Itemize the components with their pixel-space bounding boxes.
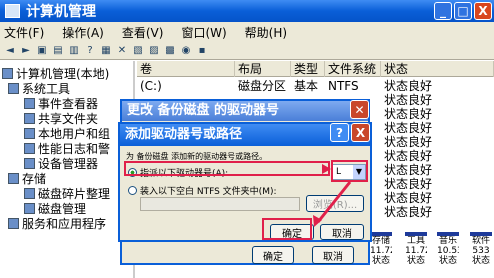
annotation-arrow-head xyxy=(322,164,331,174)
annotation-arrows xyxy=(313,164,352,227)
annotation-arrow xyxy=(316,181,352,223)
